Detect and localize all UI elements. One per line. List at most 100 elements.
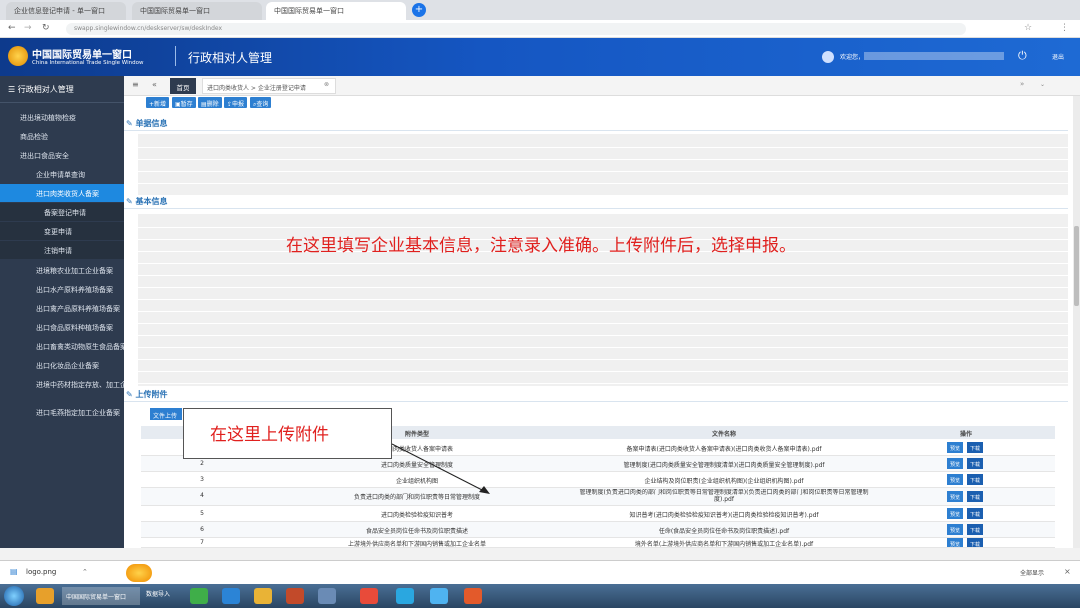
- app-icon[interactable]: [190, 588, 208, 604]
- tab-home[interactable]: 首页: [170, 78, 196, 94]
- app-icon[interactable]: [286, 588, 304, 604]
- attachment-type: 进口肉类检验检疫知识普考: [380, 512, 453, 519]
- sidebar-item[interactable]: 企业申请单查询: [0, 165, 124, 183]
- taskbar-task[interactable]: 数据导入: [146, 589, 170, 598]
- doc-info-form: [138, 134, 1068, 196]
- sidebar-item-active[interactable]: 进口肉类收货人备案: [0, 184, 124, 202]
- logo-icon: [8, 46, 28, 66]
- chrome-icon[interactable]: [360, 588, 378, 604]
- close-tab-icon[interactable]: ⊗: [324, 81, 329, 88]
- section-attachments: ✎ 上传附件: [126, 390, 168, 399]
- logout-link[interactable]: 退出: [1052, 52, 1064, 61]
- clock: [1008, 588, 1072, 604]
- query-button[interactable]: ⌕查询: [250, 97, 272, 108]
- url-field[interactable]: swapp.singlewindow.cn/deskserver/sw/desk…: [66, 23, 966, 35]
- new-tab-icon[interactable]: +: [412, 3, 426, 17]
- menu-icon[interactable]: ⋮: [1060, 23, 1069, 33]
- download-file-name[interactable]: logo.png: [26, 568, 56, 576]
- new-button[interactable]: +新增: [146, 97, 170, 108]
- form-row: [138, 276, 1068, 288]
- table-header: 文件名称: [571, 426, 877, 439]
- sidebar-item[interactable]: 出口水产原料养殖场备案: [0, 280, 124, 298]
- preview-button[interactable]: 预览: [947, 538, 963, 547]
- sidebar-item[interactable]: 进口毛燕指定加工企业备案: [0, 403, 124, 421]
- preview-button[interactable]: 预览: [947, 442, 963, 453]
- app-icon[interactable]: [318, 588, 336, 604]
- download-button[interactable]: 下载: [967, 538, 983, 547]
- sidebar-item[interactable]: 进出境动植物检疫: [0, 108, 124, 126]
- download-button[interactable]: 下载: [967, 458, 983, 469]
- preview-button[interactable]: 预览: [947, 491, 963, 502]
- star-icon[interactable]: ☆: [1024, 23, 1032, 33]
- browser-tab[interactable]: 中国国际贸易单一窗口: [132, 2, 262, 20]
- sidebar-subitem[interactable]: 变更申请: [0, 222, 124, 240]
- sidebar-item[interactable]: 出口食品原料种植场备案: [0, 318, 124, 336]
- page-scrollbar[interactable]: [1073, 96, 1080, 548]
- table-row: 6 食品安全员岗位任命书及岗位职责描述 任命(食品安全员岗位任命书及岗位职责描述…: [141, 522, 1055, 538]
- edit-icon: ✎: [126, 390, 136, 399]
- reload-icon[interactable]: ↻: [42, 23, 50, 33]
- download-bar: ▤ logo.png ⌃ 全部显示 ×: [0, 560, 1080, 584]
- folder-icon[interactable]: [36, 588, 54, 604]
- file-name: 知识普考(进口肉类检验检疫知识普考)(进口肉类检验检疫知识普考).pdf: [629, 512, 819, 519]
- preview-button[interactable]: 预览: [947, 508, 963, 519]
- delete-button[interactable]: ▤删除: [198, 97, 222, 108]
- tab-scroll-right-icon[interactable]: »: [1020, 80, 1024, 88]
- app-icon[interactable]: [222, 588, 240, 604]
- scrollbar-thumb[interactable]: [1074, 226, 1079, 306]
- sidebar-item[interactable]: 进境中药材指定存放、加工企业: [0, 375, 124, 393]
- back-icon[interactable]: ←: [8, 23, 16, 33]
- form-row: [138, 264, 1068, 276]
- sidebar-subitem[interactable]: 注销申请: [0, 241, 124, 259]
- section-basic-info: ✎ 基本信息: [126, 197, 168, 206]
- table-row: 7 上游境外供应商名单和下游国内销售或加工企业名单 境外名单(上游境外供应商名单…: [141, 538, 1055, 548]
- sidebar-item[interactable]: 进出口食品安全: [0, 146, 124, 164]
- close-tabs-menu[interactable]: ⌄: [1040, 81, 1045, 88]
- forward-icon[interactable]: →: [24, 23, 32, 33]
- user-icon: [822, 51, 834, 63]
- submit-button[interactable]: ⇪申报: [224, 97, 248, 108]
- table-header: 操作: [877, 426, 1055, 439]
- app-icon[interactable]: [254, 588, 272, 604]
- download-button[interactable]: 下载: [967, 508, 983, 519]
- preview-button[interactable]: 预览: [947, 524, 963, 535]
- form-row: [138, 172, 1068, 184]
- sidebar-item[interactable]: 出口畜禽类动物原生食品备案: [0, 337, 124, 355]
- row-number: 4: [200, 492, 204, 499]
- app-icon[interactable]: [430, 588, 448, 604]
- browser-tab-active[interactable]: 中国国际贸易单一窗口: [266, 2, 406, 20]
- edit-icon: ✎: [126, 119, 136, 128]
- sidebar-item[interactable]: 进境粮农业加工企业备案: [0, 261, 124, 279]
- sidebar-item[interactable]: 出口化妆品企业备案: [0, 356, 124, 374]
- page-tabs: ≡ « 首页 进口肉类收货人 > 企业注册登记申请 ⊗ » ⌄: [124, 76, 1080, 96]
- preview-button[interactable]: 预览: [947, 474, 963, 485]
- sidebar-subitem[interactable]: 备案登记申请: [0, 203, 124, 221]
- download-menu-icon[interactable]: ⌃: [82, 568, 88, 576]
- attachment-type: 食品安全员岗位任命书及岗位职责描述: [365, 528, 468, 535]
- preview-button[interactable]: 预览: [947, 458, 963, 469]
- browser-tab[interactable]: 企业信息登记申请 - 单一窗口: [6, 2, 126, 20]
- sidebar-item[interactable]: 商品检验: [0, 127, 124, 145]
- sidebar: ☰ 行政相对人管理 进出境动植物检疫 商品检验 进出口食品安全 企业申请单查询 …: [0, 76, 124, 548]
- show-all-downloads[interactable]: 全部显示: [1020, 568, 1044, 577]
- taskbar-item[interactable]: 中国国际贸易单一窗口: [62, 587, 140, 605]
- sidebar-item[interactable]: 出口禽产品原料养殖场备案: [0, 299, 124, 317]
- save-draft-button[interactable]: ▣暂存: [172, 97, 196, 108]
- close-icon[interactable]: ×: [1064, 567, 1071, 576]
- power-icon[interactable]: ⏻: [1018, 49, 1027, 63]
- app-icon[interactable]: [396, 588, 414, 604]
- sidebar-title: ☰ 行政相对人管理: [8, 85, 74, 94]
- download-button[interactable]: 下载: [967, 524, 983, 535]
- file-name: 管理制度(进口肉类质量安全管理制度清单)(进口肉类质量安全管理制度).pdf: [623, 462, 825, 469]
- file-icon: ▤: [10, 567, 18, 576]
- menu-toggle-icon[interactable]: ≡: [132, 80, 139, 89]
- form-row: [138, 324, 1068, 336]
- tab-current[interactable]: 进口肉类收货人 > 企业注册登记申请: [202, 78, 336, 94]
- download-button[interactable]: 下载: [967, 442, 983, 453]
- file-upload-button[interactable]: 文件上传: [150, 408, 182, 420]
- download-button[interactable]: 下载: [967, 474, 983, 485]
- download-button[interactable]: 下载: [967, 491, 983, 502]
- app-icon[interactable]: [464, 588, 482, 604]
- tab-scroll-left-icon[interactable]: «: [152, 80, 157, 89]
- start-icon[interactable]: [4, 586, 24, 606]
